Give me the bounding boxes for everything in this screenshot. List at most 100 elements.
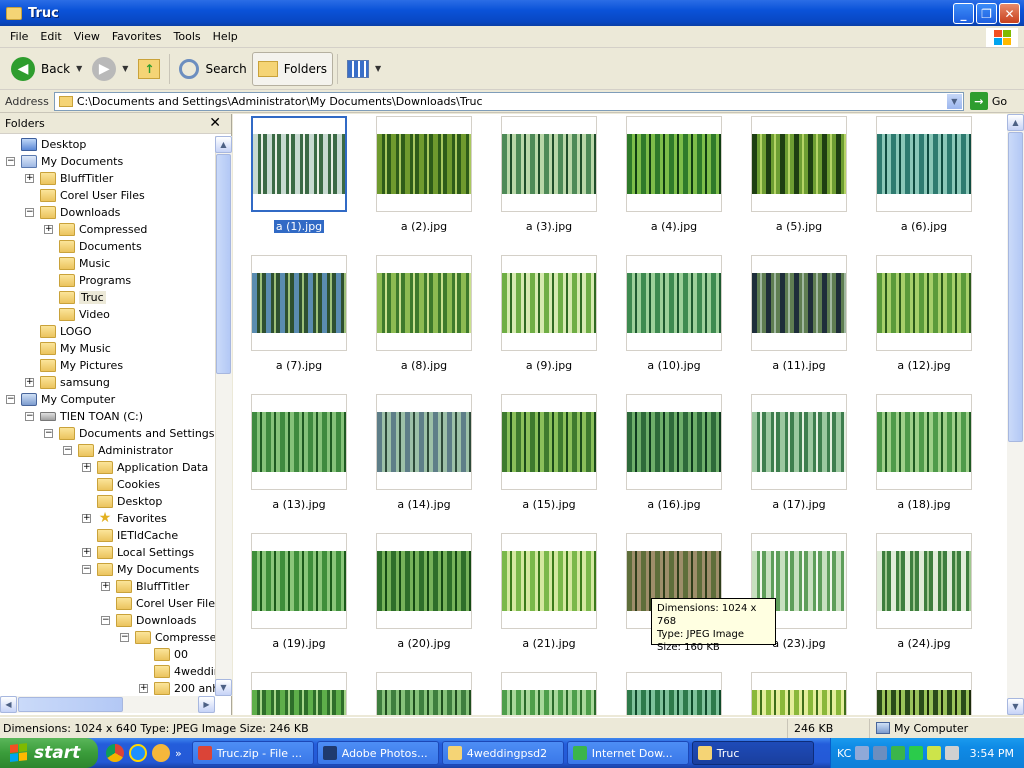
expand-icon[interactable]: + (101, 582, 110, 591)
tree-item[interactable]: Desktop (6, 136, 86, 153)
tree-item[interactable]: Video (44, 306, 110, 323)
tree-item[interactable]: + Application Data (82, 459, 208, 476)
folders-button[interactable]: Folders (251, 51, 334, 86)
scroll-thumb[interactable] (216, 154, 231, 374)
title-bar[interactable]: Truc _ ❐ ✕ (0, 0, 1024, 26)
file-thumbnail[interactable]: a (8).jpg (374, 255, 474, 372)
go-button[interactable]: → Go (969, 92, 1007, 110)
menu-favorites[interactable]: Favorites (106, 30, 168, 43)
tree-item[interactable]: + BluffTitler (101, 578, 189, 595)
menu-help[interactable]: Help (207, 30, 244, 43)
scroll-up-icon[interactable]: ▲ (215, 136, 232, 153)
tree-item[interactable]: My Music (25, 340, 111, 357)
collapse-icon[interactable]: − (44, 429, 53, 438)
file-thumbnail[interactable] (624, 672, 724, 715)
tree-item[interactable]: − My Documents (6, 153, 123, 170)
file-thumbnail[interactable] (749, 672, 849, 715)
file-thumbnail[interactable]: a (21).jpg (499, 533, 599, 650)
file-thumbnail[interactable]: a (13).jpg (249, 394, 349, 511)
file-thumbnail[interactable]: a (18).jpg (874, 394, 974, 511)
taskbar-button[interactable]: Internet Dow... (566, 741, 689, 765)
expand-icon[interactable]: + (25, 174, 34, 183)
security-icon[interactable] (891, 746, 906, 760)
collapse-icon[interactable]: − (25, 208, 34, 217)
file-thumbnail[interactable]: a (5).jpg (749, 116, 849, 233)
file-thumbnail[interactable]: a (7).jpg (249, 255, 349, 372)
tree-item[interactable]: Desktop (82, 493, 162, 510)
internet-explorer-icon[interactable] (129, 744, 147, 762)
tree-item[interactable]: Documents (44, 238, 142, 255)
tree-item[interactable]: + Compressed (44, 221, 147, 238)
menu-edit[interactable]: Edit (34, 30, 67, 43)
chrome-icon[interactable] (106, 744, 124, 762)
file-thumbnail[interactable]: a (16).jpg (624, 394, 724, 511)
scroll-down-icon[interactable]: ▼ (215, 679, 232, 696)
tree-item[interactable]: − Documents and Settings (44, 425, 215, 442)
scroll-right-icon[interactable]: ▶ (198, 696, 215, 713)
display-icon[interactable] (873, 746, 888, 760)
minimize-button[interactable]: _ (953, 3, 974, 24)
tree-item[interactable]: − My Computer (6, 391, 115, 408)
expand-icon[interactable]: + (82, 514, 91, 523)
tree-item[interactable]: + samsung (25, 374, 110, 391)
tree-item[interactable]: Corel User Files (25, 187, 145, 204)
file-thumbnail[interactable]: a (14).jpg (374, 394, 474, 511)
expand-icon[interactable]: + (139, 684, 148, 693)
quick-launch-more-icon[interactable]: » (175, 747, 182, 760)
start-button[interactable]: start (0, 738, 98, 768)
taskbar-button[interactable]: Truc (691, 741, 814, 765)
back-button[interactable]: ◀ Back ▼ (6, 52, 87, 86)
menu-tools[interactable]: Tools (168, 30, 207, 43)
file-view-vertical-scrollbar[interactable]: ▲ ▼ (1007, 114, 1024, 715)
close-button[interactable]: ✕ (999, 3, 1020, 24)
collapse-icon[interactable]: − (82, 565, 91, 574)
tree-item[interactable]: − Downloads (101, 612, 196, 629)
file-thumbnail[interactable] (374, 672, 474, 715)
taskbar-button[interactable]: 4weddingpsd2 (441, 741, 564, 765)
file-thumbnail[interactable] (249, 672, 349, 715)
up-folder-button[interactable]: ↑ (133, 52, 165, 86)
search-button[interactable]: Search (174, 52, 251, 86)
taskbar-button[interactable]: Adobe Photos... (316, 741, 439, 765)
views-button[interactable]: ▼ (342, 52, 386, 86)
update-icon[interactable] (909, 746, 924, 760)
file-thumbnail[interactable]: a (3).jpg (499, 116, 599, 233)
tree-item[interactable]: 4weddin (139, 663, 215, 680)
tree-item[interactable]: + Local Settings (82, 544, 194, 561)
file-thumbnail[interactable] (874, 672, 974, 715)
file-thumbnail[interactable]: a (20).jpg (374, 533, 474, 650)
tree-item[interactable]: Music (44, 255, 110, 272)
folder-tree-horizontal-scrollbar[interactable]: ◀ ▶ (0, 696, 215, 713)
file-thumbnail[interactable]: a (10).jpg (624, 255, 724, 372)
file-thumbnail[interactable]: a (24).jpg (874, 533, 974, 650)
tree-item[interactable]: +200 anh (139, 680, 215, 696)
collapse-icon[interactable]: − (101, 616, 110, 625)
scroll-down-icon[interactable]: ▼ (1007, 698, 1024, 715)
scroll-left-icon[interactable]: ◀ (0, 696, 17, 713)
tree-item[interactable]: − Downloads (25, 204, 120, 221)
tree-item[interactable]: Cookies (82, 476, 160, 493)
language-indicator[interactable]: KC (837, 747, 851, 760)
folder-tree-vertical-scrollbar[interactable]: ▲ ▼ (215, 136, 232, 696)
tree-item[interactable]: + ★ Favorites (82, 510, 167, 527)
tree-item[interactable]: − Compressed (120, 629, 215, 646)
tree-item[interactable]: 00 (139, 646, 188, 663)
tree-item[interactable]: LOGO (25, 323, 92, 340)
file-thumbnail[interactable]: a (1).jpg (249, 116, 349, 233)
tray-app-icon[interactable] (927, 746, 942, 760)
tree-item[interactable]: Corel User Files (101, 595, 215, 612)
file-thumbnail[interactable]: a (4).jpg (624, 116, 724, 233)
taskbar-button[interactable]: Truc.zip - File ... (191, 741, 314, 765)
file-thumbnail[interactable]: a (19).jpg (249, 533, 349, 650)
tray-settings-icon[interactable] (945, 746, 960, 760)
tree-item[interactable]: Programs (44, 272, 131, 289)
tree-item[interactable]: − TIEN TOAN (C:) (25, 408, 143, 425)
expand-icon[interactable]: + (25, 378, 34, 387)
collapse-icon[interactable]: − (120, 633, 129, 642)
views-dropdown-icon[interactable]: ▼ (375, 64, 381, 73)
menu-view[interactable]: View (68, 30, 106, 43)
tree-item[interactable]: Truc (44, 289, 106, 306)
tree-item[interactable]: IETldCache (82, 527, 178, 544)
file-thumbnail[interactable]: a (11).jpg (749, 255, 849, 372)
collapse-icon[interactable]: − (6, 157, 15, 166)
